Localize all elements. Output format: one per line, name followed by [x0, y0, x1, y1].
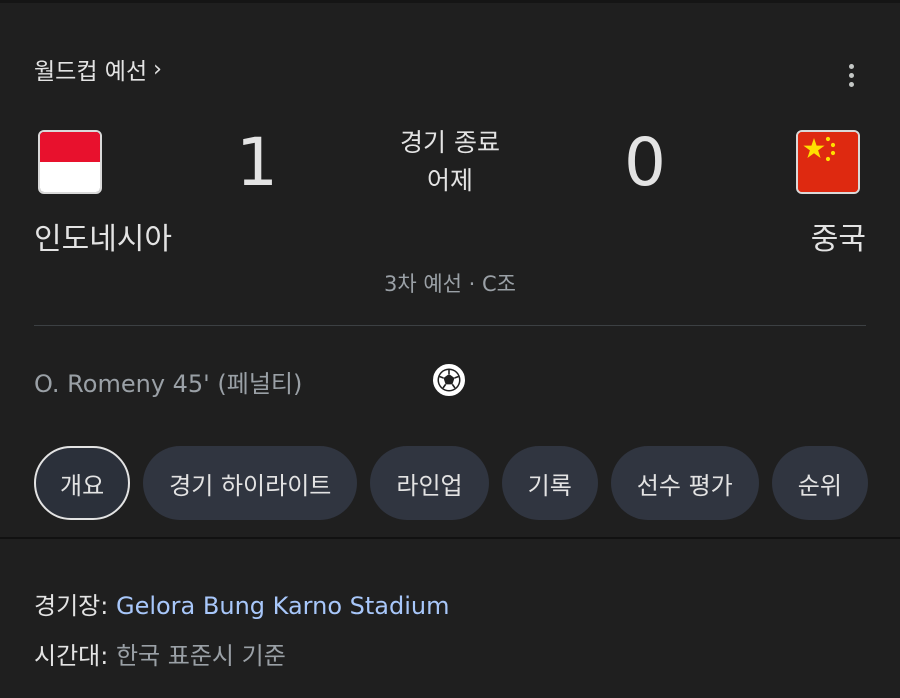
- more-options-icon[interactable]: [834, 58, 868, 92]
- tab-stats[interactable]: 기록: [501, 446, 598, 520]
- soccer-ball-icon: [433, 364, 465, 396]
- tab-standings[interactable]: 순위: [771, 446, 868, 520]
- match-status: 경기 종료 어제: [350, 124, 550, 200]
- home-team-name[interactable]: 인도네시아: [34, 214, 172, 258]
- tab-bar: 개요 경기 하이라이트 라인업 기록 선수 평가 순위: [34, 446, 868, 520]
- top-edge: [0, 0, 900, 3]
- match-status-text: 경기 종료: [400, 128, 500, 157]
- tab-player-ratings[interactable]: 선수 평가: [610, 446, 759, 520]
- divider: [34, 325, 866, 326]
- match-round: 3차 예선 · C조: [383, 272, 516, 296]
- timezone-label: 시간대:: [34, 642, 109, 670]
- tab-highlights[interactable]: 경기 하이라이트: [143, 446, 358, 520]
- flag-china-icon: [796, 130, 860, 194]
- venue-row: 경기장: Gelora Bung Karno Stadium: [34, 586, 449, 621]
- home-score: 1: [236, 124, 278, 201]
- timezone-row: 시간대: 한국 표준시 기준: [34, 636, 286, 671]
- competition-link[interactable]: 월드컵 예선 ›: [34, 52, 162, 86]
- competition-title: 월드컵 예선: [34, 59, 148, 85]
- section-separator: [0, 537, 900, 539]
- away-team-name[interactable]: 중국: [811, 214, 866, 258]
- away-score: 0: [624, 124, 666, 201]
- match-date: 어제: [426, 166, 473, 195]
- chevron-right-icon: ›: [153, 56, 162, 82]
- venue-link[interactable]: Gelora Bung Karno Stadium: [116, 592, 450, 620]
- timezone-value: 한국 표준시 기준: [115, 642, 286, 670]
- goal-scorer: O. Romeny 45' (페널티): [34, 370, 303, 398]
- tab-overview[interactable]: 개요: [34, 446, 131, 520]
- tab-lineups[interactable]: 라인업: [370, 446, 489, 520]
- flag-indonesia-icon: [38, 130, 102, 194]
- venue-label: 경기장:: [34, 592, 109, 620]
